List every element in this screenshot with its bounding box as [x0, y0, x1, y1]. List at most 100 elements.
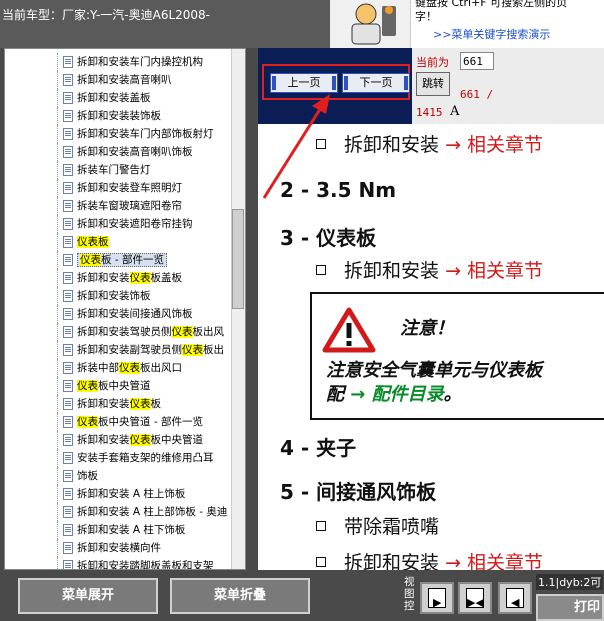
menu-expand-button[interactable]: 菜单展开 — [18, 578, 158, 614]
section-heading: 2 - 3.5 Nm — [280, 178, 397, 202]
print-button[interactable]: 打印 — [536, 594, 604, 621]
scrollbar-thumb[interactable] — [232, 209, 244, 309]
search-highlight: 仪表板 — [77, 236, 109, 248]
chapter-link[interactable]: → 相关章节 — [445, 260, 543, 282]
tree-item[interactable]: 拆装车窗玻璃遮阳卷帘 — [5, 197, 231, 215]
tree-item[interactable]: 拆装中部仪表板出风口 — [5, 359, 231, 377]
tree-scrollbar[interactable] — [231, 49, 245, 569]
tree-item[interactable]: 拆卸和安装饰板 — [5, 287, 231, 305]
chapter-link[interactable]: → 相关章节 — [445, 552, 543, 570]
status-text: 1.1|dyb:2可 — [536, 574, 604, 590]
tree-item[interactable]: 拆卸和安装仪表板盖板 — [5, 269, 231, 287]
tree-connector — [57, 557, 58, 569]
tree-item[interactable]: 拆卸和安装遮阳卷帘挂钩 — [5, 215, 231, 233]
document-icon — [63, 164, 73, 176]
tree-item-label: 拆卸和安装仪表板盖板 — [77, 272, 182, 284]
view-control-label: 视图控 — [404, 576, 415, 612]
tree-item[interactable]: 拆卸和安装副驾驶员侧仪表板出 — [5, 341, 231, 359]
list-item: 带除霜喷嘴 — [258, 512, 439, 539]
prev-page-button[interactable]: 上一页 — [270, 73, 338, 93]
tree-item[interactable]: 仪表板 — [5, 233, 231, 251]
tree-item[interactable]: 仪表板中央管道 — [5, 377, 231, 395]
next-page-button[interactable]: 下一页 — [342, 73, 410, 93]
chapter-link[interactable]: → 相关章节 — [445, 134, 543, 156]
help-box: 键盘按 Ctrl+F 可搜索左侧的页 字！ >>菜单关键字搜索演示 — [410, 0, 604, 48]
document-icon — [63, 254, 73, 266]
tree-item[interactable]: 仪表板 - 部件一览 — [5, 251, 231, 269]
caution-text-2: 配 → 配件目录。 — [326, 380, 462, 406]
document-icon — [63, 470, 73, 482]
caution-text-end: 。 — [443, 384, 462, 405]
bullet-icon — [316, 265, 326, 275]
tree-item-label: 拆卸和安装饰板 — [77, 290, 151, 302]
document-icon — [63, 290, 73, 302]
document-icon — [63, 434, 73, 446]
tree-connector — [57, 431, 58, 449]
tree-item-label: 拆卸和安装车门内部饰板射灯 — [77, 128, 214, 140]
page-number-input[interactable] — [460, 52, 494, 70]
current-page-label: 当前为 — [416, 56, 449, 69]
tree-item[interactable]: 拆卸和安装 A 柱上部饰板 - 奥迪 — [5, 503, 231, 521]
search-highlight: 仪表 — [77, 380, 98, 392]
tree-item[interactable]: 拆卸和安装 A 柱上饰板 — [5, 485, 231, 503]
tree-item[interactable]: 饰板 — [5, 467, 231, 485]
tree-connector — [57, 215, 58, 233]
tree-item[interactable]: 拆卸和安装高音喇叭饰板 — [5, 143, 231, 161]
document-icon — [63, 74, 73, 86]
bullet-icon — [316, 557, 326, 567]
tree-item[interactable]: 拆卸和安装高音喇叭 — [5, 71, 231, 89]
mascot-logo — [330, 0, 410, 48]
tree-item[interactable]: 拆卸和安装 A 柱下饰板 — [5, 521, 231, 539]
tree-item[interactable]: 拆卸和安装踏脚板盖板和支架 — [5, 557, 231, 570]
view-right-icon: ▶ — [428, 588, 446, 609]
list-item: 拆卸和安装 → 相关章节 — [258, 256, 543, 283]
tree-item-label: 拆卸和安装踏脚板盖板和支架 — [77, 560, 214, 570]
caution-text-part: 配 — [326, 384, 344, 405]
search-demo-link[interactable]: >>菜单关键字搜索演示 — [433, 26, 550, 42]
tree-item-label: 拆卸和安装登车照明灯 — [77, 182, 182, 194]
tree-item-label: 拆卸和安装高音喇叭 — [77, 74, 172, 86]
page-jump-panel: 当前为 跳转 661 / 1415 A — [412, 48, 604, 124]
section-heading: 3 - 仪表板 — [280, 226, 377, 250]
jump-button[interactable]: 跳转 — [416, 72, 450, 96]
tree-connector — [57, 413, 58, 431]
tree-item[interactable]: 拆卸和安装仪表板 — [5, 395, 231, 413]
tree-connector — [57, 521, 58, 539]
car-model-label: 当前车型：厂家:Y-一汽-奥迪A6L2008- — [2, 8, 211, 22]
tree-connector — [57, 53, 58, 71]
tree-connector — [57, 71, 58, 89]
tree-item-label: 拆卸和安装装饰板 — [77, 110, 161, 122]
tree-item[interactable]: 拆装车门警告灯 — [5, 161, 231, 179]
tree-connector — [57, 467, 58, 485]
page-total: 1415 — [416, 106, 443, 119]
tree-item[interactable]: 拆卸和安装装饰板 — [5, 107, 231, 125]
caution-box: 注意！ 注意安全气囊单元与仪表板 配 → 配件目录。 — [310, 292, 604, 420]
tree-item[interactable]: 拆卸和安装登车照明灯 — [5, 179, 231, 197]
caution-title: 注意！ — [400, 318, 454, 339]
tree-item[interactable]: 仪表板中央管道 - 部件一览 — [5, 413, 231, 431]
tree-item[interactable]: 拆卸和安装横向件 — [5, 539, 231, 557]
tree-item[interactable]: 拆卸和安装车门内部饰板射灯 — [5, 125, 231, 143]
document-view: 拆卸和安装 → 相关章节 2 - 3.5 Nm 3 - 仪表板 拆卸和安装 → … — [258, 124, 604, 570]
tree-item[interactable]: 拆卸和安装盖板 — [5, 89, 231, 107]
view-left-button[interactable]: ◀ — [498, 582, 532, 614]
document-icon — [63, 452, 73, 464]
tree-item[interactable]: 拆卸和安装车门内操控机构 — [5, 53, 231, 71]
tree-item[interactable]: 拆卸和安装仪表板中央管道 — [5, 431, 231, 449]
bullet-icon — [316, 521, 326, 531]
parts-catalog-link[interactable]: → 配件目录 — [350, 384, 443, 405]
document-icon — [63, 272, 73, 284]
tree-connector — [57, 377, 58, 395]
tree-connector — [57, 503, 58, 521]
section-heading: 5 - 间接通风饰板 — [280, 480, 437, 504]
tree-connector — [57, 449, 58, 467]
tree-item[interactable]: 安装手套箱支架的维修用凸耳 — [5, 449, 231, 467]
tree-item[interactable]: 拆卸和安装间接通风饰板 — [5, 305, 231, 323]
section-heading: 4 - 夹子 — [280, 436, 357, 460]
view-split-button[interactable]: ▶◀ — [458, 582, 492, 614]
view-right-button[interactable]: ▶ — [420, 582, 454, 614]
tree-item[interactable]: 拆卸和安装驾驶员侧仪表板出风 — [5, 323, 231, 341]
menu-collapse-button[interactable]: 菜单折叠 — [170, 578, 310, 614]
tree-item-label: 拆卸和安装 A 柱上饰板 — [77, 488, 186, 500]
tree-item-label: 拆卸和安装车门内操控机构 — [77, 56, 203, 68]
